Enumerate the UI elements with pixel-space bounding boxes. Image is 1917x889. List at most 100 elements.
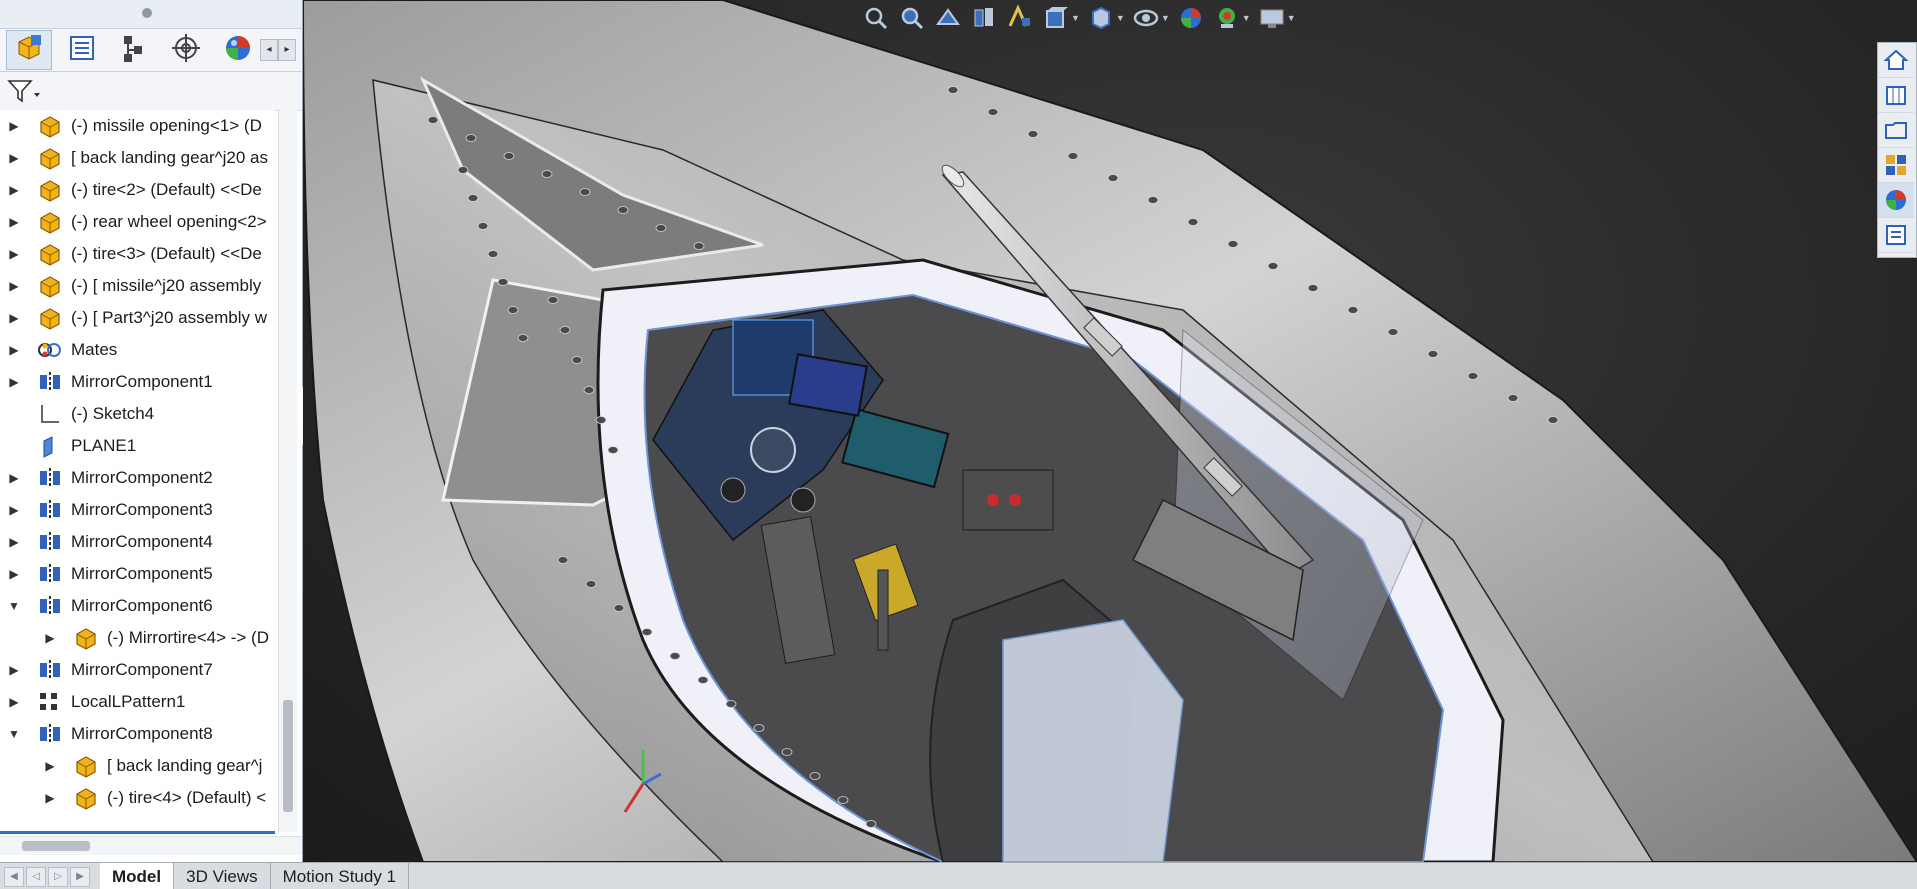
apply-scene-icon[interactable]: [1212, 3, 1242, 33]
expand-arrow-icon[interactable]: ▶: [7, 535, 21, 549]
j20-cockpit-model[interactable]: [303, 0, 1917, 862]
expand-arrow-icon[interactable]: ▶: [7, 343, 21, 357]
tree-item[interactable]: PLANE1: [0, 430, 275, 462]
zoom-to-fit-icon[interactable]: [861, 3, 891, 33]
tab-scroll-buttons: ◂ ▸: [260, 39, 296, 61]
tree-item[interactable]: ▶ MirrorComponent3: [0, 494, 275, 526]
expand-arrow-icon[interactable]: ▶: [43, 791, 57, 805]
tree-item[interactable]: ▶ (-) missile opening<1> (D: [0, 110, 275, 142]
tree-horizontal-scrollbar[interactable]: [0, 836, 302, 855]
tree-item[interactable]: ▶ MirrorComponent2: [0, 462, 275, 494]
scroll-right-icon[interactable]: ▸: [278, 39, 296, 61]
tree-item[interactable]: ▼ MirrorComponent6: [0, 590, 275, 622]
configurationmanager-tab[interactable]: [112, 31, 156, 69]
tree-item[interactable]: ▶ MirrorComponent5: [0, 558, 275, 590]
appearances-icon[interactable]: [1878, 183, 1914, 218]
expand-arrow-icon[interactable]: ▶: [7, 183, 21, 197]
display-style-icon[interactable]: [1086, 3, 1116, 33]
tree-item[interactable]: ▶ MirrorComponent4: [0, 526, 275, 558]
display-manager-tab[interactable]: [216, 31, 260, 69]
dropdown-caret-icon[interactable]: ▼: [1242, 13, 1251, 23]
scroll-thumb[interactable]: [283, 700, 293, 812]
dimxpert-tab[interactable]: [164, 31, 208, 69]
hide-show-items-icon[interactable]: [1131, 3, 1161, 33]
tree-item[interactable]: ▶ (-) [ Part3^j20 assembly w: [0, 302, 275, 334]
tree-item[interactable]: ▶ [ back landing gear^j20 as: [0, 142, 275, 174]
propertymanager-tab[interactable]: [60, 31, 104, 69]
tree-item[interactable]: ▶ (-) rear wheel opening<2>: [0, 206, 275, 238]
scroll-left-icon[interactable]: ◂: [260, 39, 278, 61]
expand-arrow-icon[interactable]: ▶: [7, 247, 21, 261]
tree-item[interactable]: ▶ LocalLPattern1: [0, 686, 275, 718]
dropdown-caret-icon[interactable]: ▼: [1287, 13, 1296, 23]
design-library-icon[interactable]: [1878, 78, 1914, 113]
filter-funnel-icon[interactable]: [6, 77, 40, 105]
view-orientation-icon[interactable]: [1041, 3, 1071, 33]
tree-item[interactable]: ▶ (-) tire<4> (Default) <: [0, 782, 275, 814]
mirror-component-icon: [37, 369, 63, 395]
zoom-to-area-icon[interactable]: [897, 3, 927, 33]
tree-item-label: (-) [ missile^j20 assembly: [71, 276, 262, 295]
x-axis: [642, 772, 662, 786]
section-view-icon[interactable]: [969, 3, 999, 33]
tab-3d-views[interactable]: 3D Views: [174, 863, 271, 889]
control-stick: [877, 569, 889, 651]
expand-arrow-icon[interactable]: ▶: [43, 759, 57, 773]
tree-item-label: (-) tire<4> (Default) <: [107, 788, 267, 807]
expand-arrow-icon[interactable]: ▶: [7, 151, 21, 165]
edit-appearance-icon[interactable]: [1176, 3, 1206, 33]
view-palette-icon[interactable]: [1878, 148, 1914, 183]
tree-item[interactable]: ▶ (-) tire<3> (Default) <<De: [0, 238, 275, 270]
tree-item[interactable]: ▶ MirrorComponent7: [0, 654, 275, 686]
tree-item[interactable]: ▶ [ back landing gear^j: [0, 750, 275, 782]
dropdown-caret-icon[interactable]: ▼: [1071, 13, 1080, 23]
custom-properties-icon[interactable]: [1878, 218, 1914, 253]
next-tab-icon[interactable]: ▷: [48, 866, 68, 887]
expand-arrow-icon[interactable]: ▶: [7, 119, 21, 133]
expand-arrow-icon[interactable]: ▶: [7, 695, 21, 709]
tree-item[interactable]: ▼ MirrorComponent8: [0, 718, 275, 750]
featuremanager-tab[interactable]: [6, 30, 52, 70]
first-tab-icon[interactable]: ◀: [4, 866, 24, 887]
tree-item-label: (-) missile opening<1> (D: [71, 116, 262, 135]
dropdown-caret-icon[interactable]: ▼: [1116, 13, 1125, 23]
assembly-icon: [13, 32, 45, 69]
tree-item[interactable]: ▶ (-) [ missile^j20 assembly: [0, 270, 275, 302]
tree-vertical-scrollbar[interactable]: [278, 110, 297, 832]
tree-item[interactable]: ▶ Mates: [0, 334, 275, 366]
collapse-arrow-icon[interactable]: ▼: [7, 599, 21, 613]
dropdown-caret-icon[interactable]: ▼: [1161, 13, 1170, 23]
expand-arrow-icon[interactable]: ▶: [43, 631, 57, 645]
tab-model[interactable]: Model: [100, 863, 175, 889]
tree-item[interactable]: ▶ MirrorComponent1: [0, 366, 275, 398]
selection-indicator: [0, 831, 275, 834]
tree-item[interactable]: (-) Sketch4: [0, 398, 275, 430]
dynamic-annotation-icon[interactable]: [1005, 3, 1035, 33]
expand-arrow-icon[interactable]: ▶: [7, 567, 21, 581]
last-tab-icon[interactable]: ▶: [70, 866, 90, 887]
expand-arrow-icon[interactable]: ▶: [7, 279, 21, 293]
expand-arrow-icon[interactable]: ▶: [7, 311, 21, 325]
panel-grip[interactable]: [0, 0, 302, 29]
expand-arrow-icon[interactable]: ▶: [7, 215, 21, 229]
home-icon[interactable]: [1878, 43, 1914, 78]
tab-motion-study-1[interactable]: Motion Study 1: [271, 863, 410, 889]
prev-tab-icon[interactable]: ◁: [26, 866, 46, 887]
previous-view-icon[interactable]: [933, 3, 963, 33]
scroll-thumb[interactable]: [22, 841, 90, 851]
view-settings-icon[interactable]: [1257, 3, 1287, 33]
mirror-component-icon: [37, 497, 63, 523]
expand-arrow-icon[interactable]: ▶: [7, 471, 21, 485]
tree-item[interactable]: ▶ (-) tire<2> (Default) <<De: [0, 174, 275, 206]
expand-arrow-icon[interactable]: ▶: [7, 375, 21, 389]
expand-arrow-icon[interactable]: ▶: [7, 663, 21, 677]
task-pane: [1877, 42, 1917, 258]
expand-arrow-icon[interactable]: ▶: [7, 503, 21, 517]
tree-item[interactable]: ▶ (-) Mirrortire<4> -> (D: [0, 622, 275, 654]
collapse-arrow-icon[interactable]: ▼: [7, 727, 21, 741]
file-explorer-icon[interactable]: [1878, 113, 1914, 148]
mirror-component-icon: [37, 593, 63, 619]
part-icon: [37, 145, 63, 171]
graphics-area[interactable]: ▼ ▼ ▼ ▼ ▼: [303, 0, 1917, 862]
gauge: [720, 477, 746, 503]
